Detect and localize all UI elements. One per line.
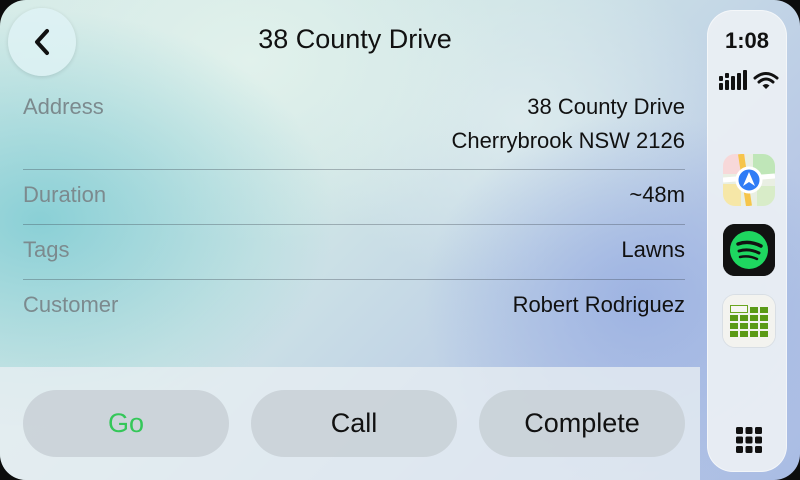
go-button[interactable]: Go [23,390,229,457]
customer-label: Customer [23,292,119,317]
wifi-icon [753,72,779,89]
call-button[interactable]: Call [251,390,457,457]
maps-app-icon[interactable] [723,154,775,206]
tags-row: Tags Lawns [23,225,685,280]
chevron-left-icon [35,29,49,55]
customer-value: Robert Rodriguez [512,292,685,317]
duration-label: Duration [23,182,107,207]
address-label: Address [23,94,104,119]
clock: 1:08 [724,28,770,53]
app-grid-icon[interactable] [735,426,763,454]
customer-row: Customer Robert Rodriguez [23,280,685,335]
tags-label: Tags [23,237,70,262]
duration-row: Duration ~48m [23,170,685,225]
carplay-dock: 1:08 [707,10,787,472]
duration-value: ~48m [629,182,685,207]
tags-value: Lawns [621,237,685,262]
address-line-2: Cherrybrook NSW 2126 [451,128,685,153]
detail-list: Address 38 County Drive Cherrybrook NSW … [23,86,685,335]
back-button[interactable] [8,8,76,76]
status-icons [719,70,779,92]
address-value: 38 County Drive Cherrybrook NSW 2126 [451,90,685,158]
address-line-1: 38 County Drive [527,94,685,119]
spreadsheet-app-icon[interactable] [723,295,775,347]
page-title: 38 County Drive [258,24,452,54]
carplay-screen: 38 County Drive Address 38 County Drive … [0,0,800,480]
spotify-app-icon[interactable] [723,224,775,276]
complete-button[interactable]: Complete [479,390,685,457]
cellular-signal-icon [719,70,747,90]
address-row: Address 38 County Drive Cherrybrook NSW … [23,86,685,170]
